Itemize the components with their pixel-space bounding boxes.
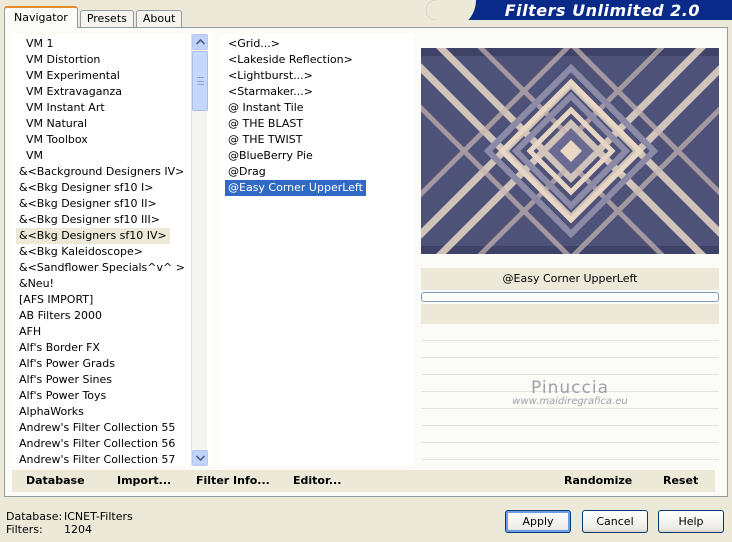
filter-item[interactable]: <Grid...>: [225, 36, 410, 52]
filter-items: <Grid...> <Lakeside Reflection> <Lightburs…: [221, 34, 414, 198]
editor-button[interactable]: Editor...: [293, 474, 341, 487]
app-title: Filters Unlimited 2.0: [504, 1, 700, 20]
category-item[interactable]: Andrew's Filter Collection 57: [16, 452, 208, 466]
navigator-panel: VM 1 VM Distortion VM Experimental VM Extra…: [4, 27, 728, 497]
preview-pattern: [421, 48, 719, 254]
chevron-down-icon: [195, 455, 205, 461]
filter-item[interactable]: <Lightburst...>: [225, 68, 410, 84]
category-item[interactable]: VM 1: [16, 36, 208, 52]
database-value: ICNET-Filters: [64, 510, 133, 523]
category-item[interactable]: VM Instant Art: [16, 100, 208, 116]
filters-label: Filters:: [6, 523, 43, 536]
category-item[interactable]: &Neu!: [16, 276, 208, 292]
watermark: Pinuccia www.maidiregrafica.eu: [421, 378, 719, 407]
parameter-header: [421, 304, 719, 324]
filter-item[interactable]: @Easy Corner UpperLeft: [225, 180, 366, 196]
category-scrollbar[interactable]: [191, 34, 208, 466]
import-button[interactable]: Import...: [117, 474, 171, 487]
category-item[interactable]: &<Bkg Designer sf10 I>: [16, 180, 208, 196]
filter-item[interactable]: @ THE TWIST: [225, 132, 410, 148]
category-item[interactable]: Alf's Border FX: [16, 340, 208, 356]
category-item[interactable]: Alf's Power Sines: [16, 372, 208, 388]
reset-button[interactable]: Reset: [663, 474, 698, 487]
tab-presets[interactable]: Presets: [79, 10, 134, 28]
filter-item[interactable]: @ THE BLAST: [225, 116, 410, 132]
title-banner: Filters Unlimited 2.0: [426, 0, 732, 20]
database-label: Database:: [6, 510, 63, 523]
cancel-button[interactable]: Cancel: [582, 510, 648, 533]
scroll-thumb[interactable]: [192, 51, 208, 111]
slider-row: [421, 443, 719, 460]
category-item[interactable]: &<Bkg Designer sf10 II>: [16, 196, 208, 212]
slider-row: [421, 358, 719, 375]
category-item[interactable]: VM Extravaganza: [16, 84, 208, 100]
tab-navigator[interactable]: Navigator: [4, 6, 78, 28]
category-item[interactable]: Andrew's Filter Collection 55: [16, 420, 208, 436]
help-button[interactable]: Help: [658, 510, 724, 533]
filter-item[interactable]: @BlueBerry Pie: [225, 148, 410, 164]
filters-count: 1204: [64, 523, 92, 536]
category-item[interactable]: Alf's Power Grads: [16, 356, 208, 372]
slider-row: [421, 341, 719, 358]
category-item[interactable]: VM Experimental: [16, 68, 208, 84]
watermark-url: www.maidiregrafica.eu: [512, 396, 628, 407]
category-item[interactable]: AlphaWorks: [16, 404, 208, 420]
progress-bar: [421, 292, 719, 302]
category-item[interactable]: VM Distortion: [16, 52, 208, 68]
filter-item[interactable]: <Starmaker...>: [225, 84, 410, 100]
category-list[interactable]: VM 1 VM Distortion VM Experimental VM Extra…: [12, 34, 212, 466]
category-item[interactable]: &<Bkg Kaleidoscope>: [16, 244, 208, 260]
randomize-button[interactable]: Randomize: [564, 474, 632, 487]
category-item[interactable]: &<Bkg Designers sf10 IV>: [16, 228, 170, 244]
category-item[interactable]: Andrew's Filter Collection 56: [16, 436, 208, 452]
slider-row: [421, 324, 719, 341]
chevron-up-icon: [195, 39, 205, 45]
category-item[interactable]: &<Bkg Designer sf10 III>: [16, 212, 208, 228]
category-item[interactable]: AB Filters 2000: [16, 308, 208, 324]
current-filter-name: @Easy Corner UpperLeft: [421, 268, 719, 290]
category-item[interactable]: &<Sandflower Specials^v^ >: [16, 260, 208, 276]
tab-bar: Navigator Presets About: [4, 6, 184, 28]
bottom-toolbar: Database Import... Filter Info... Editor…: [12, 470, 715, 492]
filter-item[interactable]: <Lakeside Reflection>: [225, 52, 410, 68]
slider-row: [421, 409, 719, 426]
filter-info-button[interactable]: Filter Info...: [196, 474, 270, 487]
category-item[interactable]: AFH: [16, 324, 208, 340]
tab-about[interactable]: About: [135, 10, 183, 28]
grip-icon: [196, 77, 204, 85]
slider-row: [421, 426, 719, 443]
watermark-name: Pinuccia: [531, 378, 609, 398]
database-button[interactable]: Database: [26, 474, 85, 487]
apply-button[interactable]: Apply: [505, 510, 571, 533]
category-items: VM 1 VM Distortion VM Experimental VM Extra…: [12, 34, 212, 466]
filter-list[interactable]: <Grid...> <Lakeside Reflection> <Lightburs…: [221, 34, 414, 466]
category-item[interactable]: [AFS IMPORT]: [16, 292, 208, 308]
category-item[interactable]: &<Background Designers IV>: [16, 164, 208, 180]
category-item[interactable]: Alf's Power Toys: [16, 388, 208, 404]
category-item[interactable]: VM Toolbox: [16, 132, 208, 148]
filter-item[interactable]: @Drag: [225, 164, 410, 180]
category-item[interactable]: VM: [16, 148, 208, 164]
scroll-up-button[interactable]: [192, 34, 208, 50]
scroll-down-button[interactable]: [192, 450, 208, 466]
filter-item[interactable]: @ Instant Tile: [225, 100, 410, 116]
database-info: Database: ICNET-Filters Filters: 1204: [6, 510, 133, 536]
filter-preview-image: [421, 48, 719, 254]
category-item[interactable]: VM Natural: [16, 116, 208, 132]
